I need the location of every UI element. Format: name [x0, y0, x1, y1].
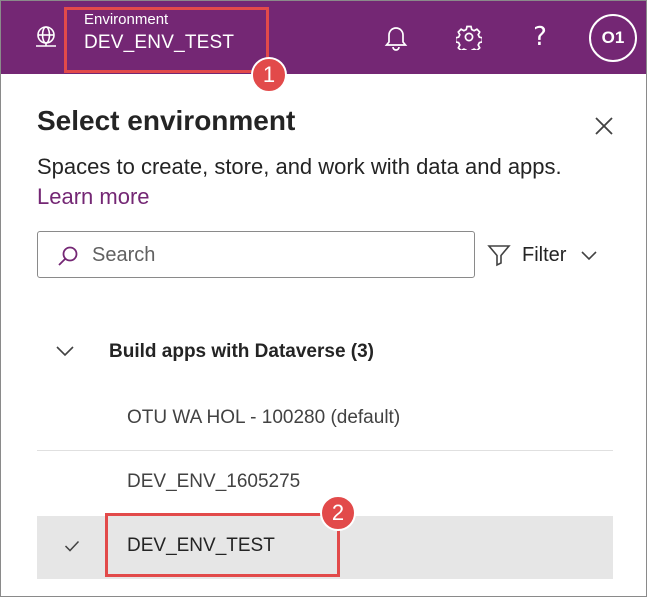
checkmark-icon [64, 540, 80, 552]
user-avatar[interactable]: O1 [589, 14, 637, 62]
search-box[interactable] [37, 231, 475, 278]
annotation-badge-2: 2 [320, 495, 356, 531]
environment-row-label: DEV_ENV_1605275 [127, 471, 301, 492]
globe-icon[interactable] [33, 24, 59, 50]
search-icon [58, 246, 78, 266]
search-input[interactable] [92, 240, 462, 270]
panel-description: Spaces to create, store, and work with d… [37, 152, 627, 212]
filter-icon [487, 245, 511, 267]
app-frame: Environment DEV_ENV_TEST ? O1 1 Select e… [0, 0, 647, 597]
learn-more-link[interactable]: Learn more [37, 184, 150, 209]
help-icon: ? [533, 22, 547, 52]
description-text: Spaces to create, store, and work with d… [37, 154, 562, 179]
annotation-box-2 [105, 513, 340, 577]
environment-row-label: OTU WA HOL - 100280 (default) [127, 407, 401, 428]
annotation-number-1: 1 [262, 62, 276, 87]
settings-button[interactable] [451, 19, 487, 55]
help-button[interactable]: ? [522, 19, 558, 55]
group-header-dataverse[interactable]: Build apps with Dataverse (3) [37, 331, 613, 375]
gear-icon [456, 25, 482, 50]
notifications-button[interactable] [378, 19, 414, 55]
close-icon[interactable] [589, 111, 619, 141]
filter-label: Filter [522, 243, 567, 266]
panel-title: Select environment [37, 105, 296, 136]
annotation-badge-1: 1 [251, 57, 287, 93]
chevron-down-icon [581, 251, 598, 261]
chevron-down-icon [56, 346, 74, 357]
environment-row[interactable]: OTU WA HOL - 100280 (default) [37, 388, 613, 451]
bell-icon [384, 27, 408, 51]
group-label: Build apps with Dataverse (3) [109, 341, 375, 362]
annotation-number-2: 2 [331, 500, 345, 525]
avatar-initials: O1 [601, 28, 625, 47]
filter-button[interactable]: Filter [486, 239, 598, 271]
annotation-box-1 [64, 7, 269, 73]
